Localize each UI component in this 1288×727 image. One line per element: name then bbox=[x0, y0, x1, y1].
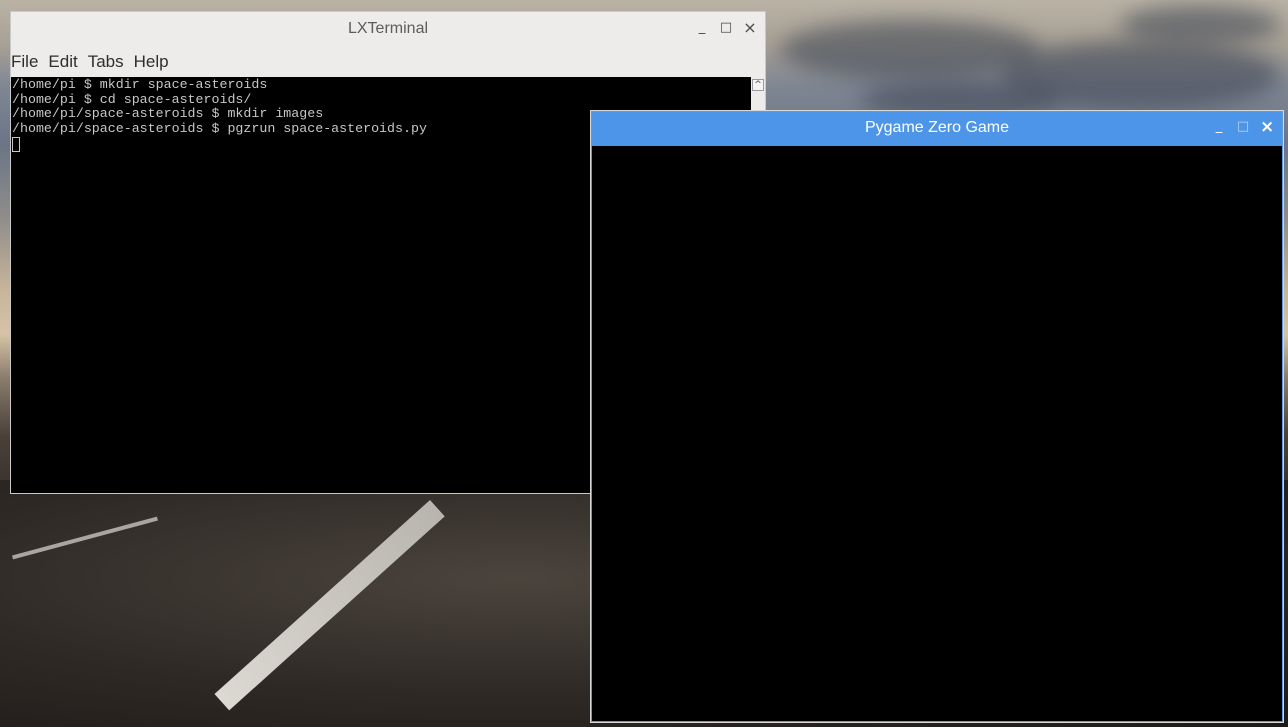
terminal-line: /home/pi $ cd space-asteroids/ bbox=[12, 91, 252, 107]
menu-help[interactable]: Help bbox=[134, 52, 169, 72]
window-title: LXTerminal bbox=[347, 20, 429, 37]
menubar: File Edit Tabs Help bbox=[11, 48, 765, 76]
menu-tabs[interactable]: Tabs bbox=[88, 52, 124, 72]
maximize-button[interactable]: □ bbox=[719, 20, 733, 36]
pygame-titlebar[interactable]: Pygame Zero Game _ □ × bbox=[592, 112, 1282, 146]
window-controls: _ □ × bbox=[1212, 119, 1275, 136]
desktop: LXTerminal _ □ × File Edit Tabs Help /ho… bbox=[0, 0, 1288, 727]
menu-edit[interactable]: Edit bbox=[48, 52, 77, 72]
lxterminal-titlebar[interactable]: LXTerminal _ □ × bbox=[11, 12, 765, 48]
window-controls: _ □ × bbox=[695, 20, 757, 36]
pygame-window[interactable]: Pygame Zero Game _ □ × bbox=[591, 111, 1283, 722]
close-button[interactable]: × bbox=[1260, 119, 1274, 136]
maximize-button[interactable]: □ bbox=[1236, 119, 1250, 135]
terminal-line: /home/pi $ mkdir space-asteroids bbox=[12, 77, 268, 92]
minimize-button[interactable]: _ bbox=[1212, 119, 1226, 135]
window-title: Pygame Zero Game bbox=[864, 119, 1010, 136]
cloud bbox=[1120, 5, 1280, 45]
minimize-button[interactable]: _ bbox=[695, 20, 709, 36]
menu-file[interactable]: File bbox=[11, 52, 38, 72]
close-button[interactable]: × bbox=[743, 20, 757, 36]
scroll-up-icon[interactable]: ^ bbox=[752, 79, 764, 91]
text-cursor bbox=[12, 137, 20, 152]
game-canvas[interactable] bbox=[592, 146, 1282, 721]
